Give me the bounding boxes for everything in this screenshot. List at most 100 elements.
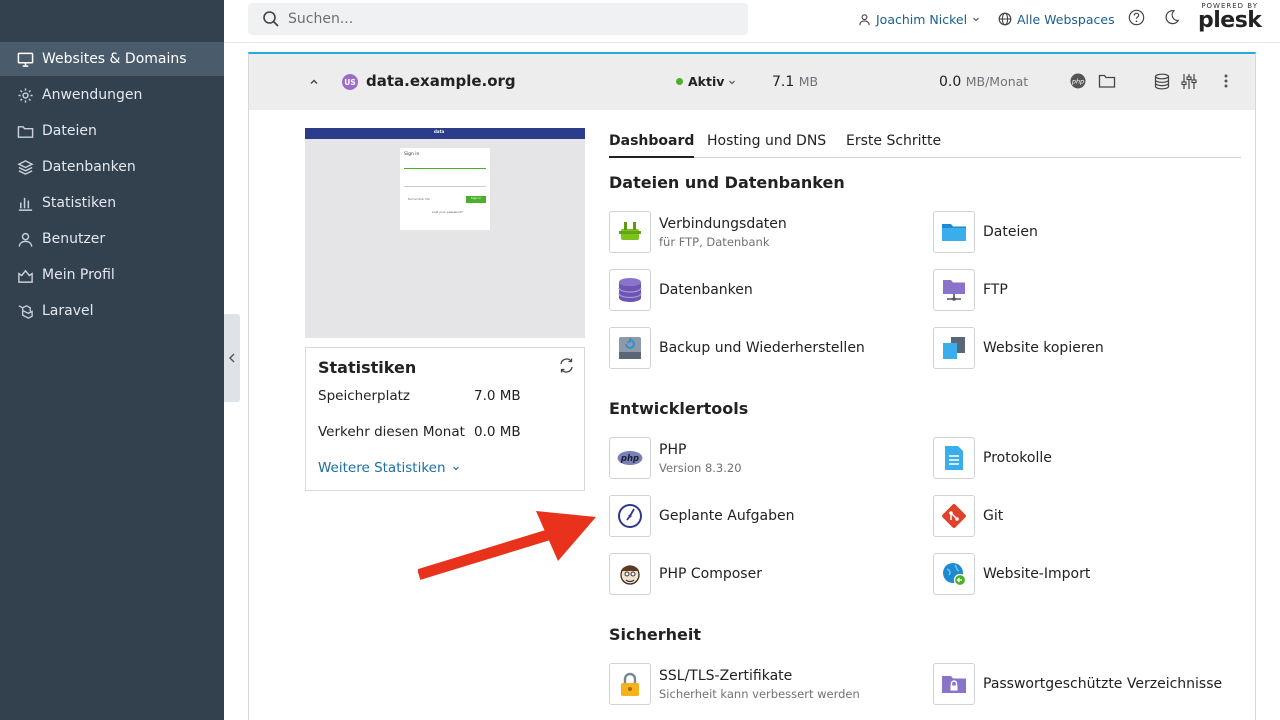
tool-name: Protokolle — [983, 450, 1052, 466]
preview-brand: data — [434, 129, 445, 134]
svg-text:php: php — [1071, 77, 1084, 85]
tool-website-import[interactable]: Website-Import — [933, 552, 1090, 596]
logo-plesk: plesk — [1198, 8, 1262, 33]
sidebar-item-label: Benutzer — [42, 231, 106, 247]
sidebar: Websites & Domains Anwendungen Dateien D… — [0, 0, 224, 720]
status-dropdown[interactable]: Aktiv — [676, 74, 737, 89]
database-icon[interactable] — [1154, 73, 1170, 90]
tool-logs[interactable]: Protokolle — [933, 436, 1052, 480]
sidebar-item-statistiken[interactable]: Statistiken — [0, 186, 224, 220]
sidebar-item-label: Dateien — [42, 123, 97, 139]
chevron-left-icon — [229, 353, 235, 363]
folder-icon — [16, 122, 34, 140]
user-menu[interactable]: Joachim Nickel — [858, 8, 986, 30]
chevron-down-icon — [729, 80, 736, 84]
tool-php-composer[interactable]: PHP Composer — [609, 552, 762, 596]
tool-protected-directories[interactable]: Passwortgeschützte Verzeichnisse — [933, 662, 1222, 706]
tool-name: Website kopieren — [983, 340, 1104, 356]
search-icon — [263, 11, 279, 27]
plesk-logo: POWERED BY plesk — [1198, 2, 1262, 36]
tab-hosting-dns[interactable]: Hosting und DNS — [707, 133, 826, 158]
monitor-icon — [16, 50, 34, 68]
protected-folder-icon — [933, 663, 975, 705]
tool-name: Git — [983, 508, 1004, 524]
section-title-files: Dateien und Datenbanken — [609, 173, 845, 192]
sidebar-item-label: Laravel — [42, 303, 94, 319]
sidebar-item-benutzer[interactable]: Benutzer — [0, 222, 224, 256]
layers-icon — [16, 158, 34, 176]
clock-icon — [609, 495, 651, 537]
tool-git[interactable]: Git — [933, 494, 1003, 538]
tool-databases[interactable]: Datenbanken — [609, 268, 753, 312]
statistics-title: Statistiken — [318, 358, 417, 377]
php-icon[interactable]: php — [1070, 73, 1086, 89]
sidebar-item-datenbanken[interactable]: Datenbanken — [0, 150, 224, 184]
chevron-down-icon — [973, 17, 980, 22]
tool-subtitle: Sicherheit kann verbessert werden — [659, 686, 860, 701]
plug-icon — [609, 211, 651, 253]
refresh-icon[interactable] — [558, 357, 575, 374]
tool-backup[interactable]: Backup und Wiederherstellen — [609, 326, 865, 370]
composer-icon — [609, 553, 651, 595]
traffic-month-value: 0.0 MB — [474, 424, 521, 440]
tab-erste-schritte[interactable]: Erste Schritte — [846, 133, 941, 158]
sidebar-item-websites-domains[interactable]: Websites & Domains — [0, 42, 224, 76]
tab-dashboard[interactable]: Dashboard — [609, 133, 695, 158]
preview-remember: Remember Me — [408, 197, 430, 201]
tool-connection-info[interactable]: Verbindungsdaten für FTP, Datenbank — [609, 210, 787, 254]
tool-php[interactable]: php PHP Version 8.3.20 — [609, 436, 742, 480]
svg-text:php: php — [620, 454, 639, 464]
sidebar-collapse-handle[interactable] — [224, 314, 240, 402]
tool-name: Backup und Wiederherstellen — [659, 340, 865, 356]
search-input[interactable] — [288, 11, 708, 27]
tool-name: Website-Import — [983, 566, 1091, 582]
sidebar-item-laravel[interactable]: Laravel — [0, 294, 224, 328]
sidebar-item-anwendungen[interactable]: Anwendungen — [0, 78, 224, 112]
tool-files[interactable]: Dateien — [933, 210, 1038, 254]
disk-usage-unit: MB — [798, 74, 819, 89]
webspaces-label: Alle Webspaces — [1017, 11, 1115, 27]
tool-name: PHP Composer — [659, 566, 762, 582]
backup-icon — [609, 327, 651, 369]
tool-name: SSL/TLS-Zertifikate — [659, 667, 793, 684]
tool-ftp[interactable]: FTP — [933, 268, 1008, 312]
disk-usage: 7.1 MB — [772, 74, 818, 90]
sidebar-item-label: Websites & Domains — [42, 51, 187, 67]
tool-ssl-certificates[interactable]: SSL/TLS-Zertifikate Sicherheit kann verb… — [609, 662, 860, 706]
webspaces-switcher[interactable]: Alle Webspaces — [998, 8, 1115, 30]
gear-icon — [16, 86, 34, 104]
domain-card-header: US data.example.org Aktiv 7.1 MB 0.0 MB/… — [249, 54, 1255, 110]
disk-usage-value: 7.1 — [772, 74, 795, 90]
traffic-unit: MB/Monat — [965, 74, 1029, 89]
log-file-icon — [933, 437, 975, 479]
tool-website-copy[interactable]: Website kopieren — [933, 326, 1104, 370]
git-icon — [933, 495, 975, 537]
preview-button: Sign in — [466, 196, 486, 203]
tool-name: PHP — [659, 441, 687, 458]
settings-sliders-icon[interactable] — [1181, 73, 1197, 90]
user-icon — [16, 230, 34, 248]
sidebar-item-dateien[interactable]: Dateien — [0, 114, 224, 148]
disk-space-value: 7.0 MB — [474, 388, 521, 404]
more-statistics-label: Weitere Statistiken — [318, 460, 446, 476]
moon-icon[interactable] — [1164, 9, 1180, 25]
help-icon[interactable] — [1128, 9, 1145, 26]
tool-subtitle: für FTP, Datenbank — [659, 234, 770, 249]
bar-chart-icon — [16, 194, 34, 212]
header-divider — [224, 42, 1280, 43]
preview-forgot: Lost your password? — [432, 210, 463, 214]
domain-name[interactable]: data.example.org — [366, 72, 516, 90]
website-preview-thumbnail[interactable]: data Sign in Remember Me Sign in Lost yo… — [305, 128, 585, 338]
disk-space-label: Speicherplatz — [318, 388, 411, 404]
preview-sign-in: Sign in — [404, 152, 420, 157]
search-box[interactable] — [248, 3, 748, 35]
sidebar-item-mein-profil[interactable]: Mein Profil — [0, 258, 224, 292]
domain-badge: US — [342, 74, 358, 90]
more-vertical-icon[interactable] — [1223, 73, 1229, 89]
more-statistics-link[interactable]: Weitere Statistiken — [318, 460, 461, 476]
chevron-up-icon[interactable] — [309, 77, 319, 87]
tool-scheduled-tasks[interactable]: Geplante Aufgaben — [609, 494, 794, 538]
preview-login-panel: Sign in Remember Me Sign in Lost your pa… — [400, 148, 490, 230]
laravel-icon — [16, 302, 34, 320]
folder-icon[interactable] — [1098, 73, 1116, 89]
